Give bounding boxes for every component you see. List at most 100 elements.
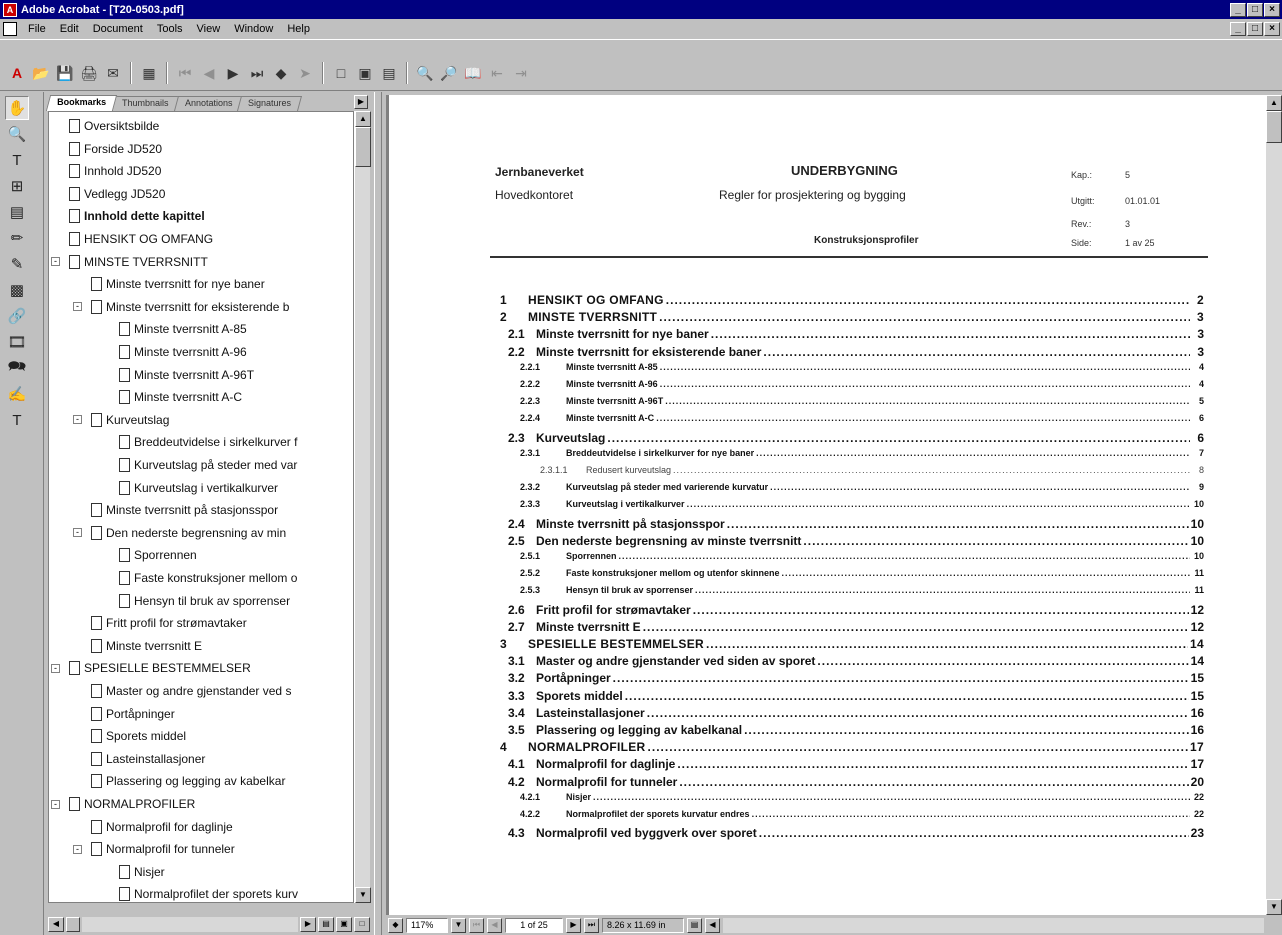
bookmark-item[interactable]: - Normalprofil for tunneler	[73, 839, 235, 859]
bookmark-item[interactable]: - Den nederste begrensning av min	[73, 523, 286, 543]
text-select-tool-icon[interactable]: T	[5, 148, 29, 172]
menu-document[interactable]: Document	[86, 23, 150, 35]
search-results-icon[interactable]: 📖	[462, 62, 484, 84]
zoom-level[interactable]: 117%	[406, 918, 448, 933]
doc-minimize-button[interactable]: _	[1230, 22, 1246, 36]
tab-thumbnails[interactable]: Thumbnails	[111, 96, 180, 111]
bookmark-item[interactable]: Minste tverrsnitt A-96	[119, 342, 247, 362]
hand-tool-icon[interactable]: ✋	[5, 96, 29, 120]
toc-entry[interactable]: 2.4 Minste tverrsnitt på stasjonsspor 10	[508, 517, 1204, 531]
touchup-tool-icon[interactable]: ✍	[5, 382, 29, 406]
minimize-button[interactable]: _	[1230, 2, 1246, 17]
toc-entry[interactable]: 2.2.2 Minste tverrsnitt A-96 4	[520, 379, 1204, 389]
bookmark-item[interactable]: - MINSTE TVERRSNITT	[51, 252, 208, 272]
bookmark-item[interactable]: Plassering og legging av kabelkar	[91, 771, 285, 791]
doc-scroll-down-arrow-icon[interactable]: ▼	[1266, 899, 1282, 915]
bookmark-item[interactable]: HENSIKT OG OMFANG	[69, 229, 213, 249]
fit-width-icon[interactable]: ▤	[378, 62, 400, 84]
menu-view[interactable]: View	[190, 23, 228, 35]
article-tool-icon[interactable]: ▤	[5, 200, 29, 224]
scroll-up-arrow-icon[interactable]: ▲	[355, 111, 371, 127]
note-tool-icon[interactable]: ✎	[5, 252, 29, 276]
toc-entry[interactable]: 3.5 Plassering og legging av kabelkanal 16	[508, 723, 1204, 737]
fit-page-icon[interactable]: ▣	[354, 62, 376, 84]
toc-entry[interactable]: 4.2.1 Nisjer 22	[520, 792, 1204, 802]
new-bookmark-icon[interactable]: ▤	[318, 917, 334, 932]
bookmark-item[interactable]: Innhold dette kapittel	[69, 206, 205, 226]
scroll-thumb-horizontal[interactable]	[66, 917, 80, 932]
status-next-page-icon[interactable]: ▶	[566, 918, 581, 933]
go-forward-icon[interactable]: ➤	[294, 62, 316, 84]
crop-tool-icon[interactable]: ⊞	[5, 174, 29, 198]
email-icon[interactable]: ✉	[102, 62, 124, 84]
delete-bookmark-icon[interactable]: □	[354, 917, 370, 932]
doc-scroll-up-arrow-icon[interactable]: ▲	[1266, 95, 1282, 111]
status-previous-page-icon[interactable]: ◀	[487, 918, 502, 933]
toc-entry[interactable]: 1 HENSIKT OG OMFANG 2	[500, 293, 1204, 307]
pane-splitter[interactable]	[374, 92, 382, 935]
find-icon[interactable]: 🔍	[414, 62, 436, 84]
last-page-icon[interactable]: ⏭	[246, 62, 268, 84]
bookmark-horizontal-scrollbar[interactable]: ◀ ▶ ▤ ▣ □	[48, 916, 370, 933]
bookmark-item[interactable]: Minste tverrsnitt A-85	[119, 319, 247, 339]
bookmark-item[interactable]: Minste tverrsnitt A-C	[119, 387, 242, 407]
bookmark-item[interactable]: Minste tverrsnitt for nye baner	[91, 274, 265, 294]
bookmark-item[interactable]: Kurveutslag på steder med var	[119, 455, 297, 475]
toc-entry[interactable]: 2.5.3 Hensyn til bruk av sporrenser 11	[520, 585, 1204, 595]
toc-entry[interactable]: 2 MINSTE TVERRSNITT 3	[500, 310, 1204, 324]
print-icon[interactable]: 🖨	[78, 62, 100, 84]
collapse-toggle-icon[interactable]: -	[51, 257, 60, 267]
collapse-toggle-icon[interactable]: -	[73, 302, 82, 312]
toc-entry[interactable]: 3 SPESIELLE BESTEMMELSER 14	[500, 637, 1204, 651]
menu-edit[interactable]: Edit	[53, 23, 86, 35]
scroll-thumb[interactable]	[355, 127, 371, 167]
doc-scroll-thumb[interactable]	[1266, 111, 1282, 143]
form-tool-icon[interactable]: ▩	[5, 278, 29, 302]
pencil-tool-icon[interactable]: ✏	[5, 226, 29, 250]
maximize-button[interactable]: □	[1247, 2, 1263, 17]
toc-entry[interactable]: 2.3.3 Kurveutslag i vertikalkurver 10	[520, 499, 1204, 509]
tab-bookmarks[interactable]: Bookmarks	[45, 95, 118, 111]
toc-entry[interactable]: 4.2 Normalprofil for tunneler 20	[508, 775, 1204, 789]
toc-entry[interactable]: 2.3 Kurveutslag 6	[508, 431, 1204, 445]
zoom-tool-icon[interactable]: 🔍	[5, 122, 29, 146]
toc-entry[interactable]: 2.2.3 Minste tverrsnitt A-96T 5	[520, 396, 1204, 406]
search-icon[interactable]: 🔎	[438, 62, 460, 84]
show-navigation-pane-icon[interactable]: ▦	[138, 62, 160, 84]
bookmark-item[interactable]: Minste tverrsnitt på stasjonsspor	[91, 500, 278, 520]
document-vertical-scrollbar[interactable]: ▲ ▼	[1266, 95, 1282, 915]
collapse-toggle-icon[interactable]: -	[51, 663, 60, 673]
tab-annotations[interactable]: Annotations	[173, 96, 244, 111]
previous-highlight-icon[interactable]: ⇤	[486, 62, 508, 84]
bookmark-vertical-scrollbar[interactable]: ▲ ▼	[354, 111, 371, 903]
toc-entry[interactable]: 2.5 Den nederste begrensning av minste tv…	[508, 534, 1204, 548]
bookmark-item[interactable]: Normalprofilet der sporets kurv	[119, 884, 298, 902]
bookmark-item[interactable]: Lasteinstallasjoner	[91, 749, 205, 769]
close-button[interactable]: ×	[1264, 2, 1280, 17]
toc-entry[interactable]: 2.3.1.1 Redusert kurveutslag 8	[540, 465, 1204, 475]
document-icon[interactable]	[3, 22, 17, 36]
doc-close-button[interactable]: ×	[1264, 22, 1280, 36]
link-tool-icon[interactable]: 🔗	[5, 304, 29, 328]
status-first-page-icon[interactable]: ⏮	[469, 918, 484, 933]
page-indicator[interactable]: 1 of 25	[505, 918, 563, 933]
toc-entry[interactable]: 2.3.2 Kurveutslag på steder med varierend…	[520, 482, 1204, 492]
page-layout-icon[interactable]: ▤	[687, 918, 702, 933]
toc-entry[interactable]: 2.6 Fritt profil for strømavtaker 12	[508, 603, 1204, 617]
toc-entry[interactable]: 4 NORMALPROFILER 17	[500, 740, 1204, 754]
bookmark-item[interactable]: Breddeutvidelse i sirkelkurver f	[119, 432, 297, 452]
bookmark-item[interactable]: Kurveutslag i vertikalkurver	[119, 478, 278, 498]
collapse-toggle-icon[interactable]: -	[73, 415, 82, 425]
bookmark-item[interactable]: - NORMALPROFILER	[51, 794, 195, 814]
tab-signatures[interactable]: Signatures	[237, 96, 303, 111]
toc-entry[interactable]: 3.2 Portåpninger 15	[508, 671, 1204, 685]
toc-entry[interactable]: 4.3 Normalprofil ved byggverk over sporet…	[508, 826, 1204, 840]
menu-window[interactable]: Window	[227, 23, 280, 35]
toc-entry[interactable]: 2.2.1 Minste tverrsnitt A-85 4	[520, 362, 1204, 372]
scroll-down-arrow-icon[interactable]: ▼	[355, 887, 371, 903]
acrobat-app-icon[interactable]: A	[3, 2, 17, 17]
bookmark-item[interactable]: Vedlegg JD520	[69, 184, 165, 204]
doc-restore-button[interactable]: □	[1247, 22, 1263, 36]
menu-help[interactable]: Help	[280, 23, 317, 35]
bookmark-item[interactable]: Forside JD520	[69, 139, 162, 159]
